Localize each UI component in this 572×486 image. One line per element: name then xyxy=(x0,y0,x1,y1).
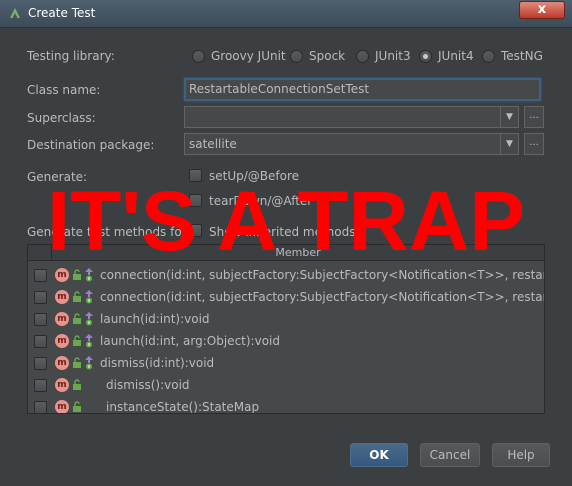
setup-checkbox[interactable] xyxy=(189,169,202,182)
method-icon: m xyxy=(55,312,69,326)
table-header: Member xyxy=(28,245,544,261)
radio-indicator xyxy=(482,50,495,63)
table-row[interactable]: m launch(id:int, arg:Object):void xyxy=(28,330,544,352)
teardown-checkbox[interactable] xyxy=(189,194,202,207)
radio-label: Spock xyxy=(309,49,346,63)
members-table: Member m connection(id:int, subjectFactor… xyxy=(27,244,545,414)
row-member-text: connection(id:int, subjectFactory:Subjec… xyxy=(100,268,544,282)
method-icon: m xyxy=(55,268,69,282)
row-member-text: dismiss():void xyxy=(106,378,190,392)
method-icon: m xyxy=(55,356,69,370)
ok-button[interactable]: OK xyxy=(350,443,408,467)
table-row[interactable]: m instanceState():StateMap xyxy=(28,396,544,414)
superclass-label: Superclass: xyxy=(27,111,96,125)
radio-label: TestNG xyxy=(501,49,543,63)
override-arrow-icon xyxy=(85,268,93,282)
row-checkbox[interactable] xyxy=(34,357,47,370)
cancel-button[interactable]: Cancel xyxy=(420,443,480,467)
row-checkbox[interactable] xyxy=(34,379,47,392)
teardown-label: tearDown/@After xyxy=(209,194,313,208)
row-checkbox[interactable] xyxy=(34,335,47,348)
lock-icon xyxy=(73,357,81,368)
superclass-browse-button[interactable]: ... xyxy=(524,106,544,128)
destination-package-label: Destination package: xyxy=(27,138,155,152)
override-arrow-icon xyxy=(85,290,93,304)
row-checkbox[interactable] xyxy=(34,313,47,326)
radio-indicator xyxy=(356,50,369,63)
lock-icon xyxy=(73,379,81,390)
destination-package-value: satellite xyxy=(189,137,237,151)
class-name-input[interactable]: RestartableConnectionSetTest xyxy=(184,78,541,101)
chevron-down-icon[interactable]: ▼ xyxy=(500,107,518,127)
radio-label: JUnit3 xyxy=(375,49,411,63)
testing-library-label: Testing library: xyxy=(27,49,115,63)
method-icon: m xyxy=(55,400,69,413)
window-title: Create Test xyxy=(28,6,96,20)
table-row[interactable]: m connection(id:int, subjectFactory:Subje… xyxy=(28,286,544,308)
method-icon: m xyxy=(55,334,69,348)
close-button[interactable]: x xyxy=(519,1,565,19)
method-icon: m xyxy=(55,290,69,304)
lock-icon xyxy=(73,401,81,412)
table-row[interactable]: m dismiss():void xyxy=(28,374,544,396)
row-member-text: launch(id:int):void xyxy=(100,312,210,326)
override-arrow-icon xyxy=(85,334,93,348)
lock-icon xyxy=(73,291,81,302)
header-checkbox-column[interactable] xyxy=(28,245,52,261)
generate-label: Generate: xyxy=(27,170,88,184)
android-studio-icon xyxy=(10,8,20,18)
member-column-header[interactable]: Member xyxy=(52,246,544,259)
override-arrow-icon xyxy=(85,356,93,370)
class-name-label: Class name: xyxy=(27,83,101,97)
setup-label: setUp/@Before xyxy=(209,169,300,183)
superclass-combo[interactable]: ▼ xyxy=(184,106,519,128)
table-row[interactable]: m dismiss(id:int):void xyxy=(28,352,544,374)
lock-icon xyxy=(73,313,81,324)
destination-browse-button[interactable]: ... xyxy=(524,133,544,155)
method-icon: m xyxy=(55,378,69,392)
title-bar: Create Test x xyxy=(0,0,572,28)
row-checkbox[interactable] xyxy=(34,291,47,304)
radio-indicator xyxy=(290,50,303,63)
radio-label: Groovy JUnit xyxy=(211,49,286,63)
lock-icon xyxy=(73,335,81,346)
radio-indicator xyxy=(192,50,205,63)
override-arrow-icon xyxy=(85,312,93,326)
lock-icon xyxy=(73,269,81,280)
generate-methods-label: Generate test methods for: xyxy=(27,225,191,239)
show-inherited-checkbox[interactable] xyxy=(189,224,202,237)
show-inherited-label: Show inherited methods xyxy=(209,225,356,239)
destination-package-combo[interactable]: satellite ▼ xyxy=(184,133,519,155)
table-row[interactable]: m connection(id:int, subjectFactory:Subje… xyxy=(28,264,544,286)
row-checkbox[interactable] xyxy=(34,269,47,282)
chevron-down-icon[interactable]: ▼ xyxy=(500,134,518,154)
radio-label: JUnit4 xyxy=(438,49,474,63)
row-checkbox[interactable] xyxy=(34,401,47,413)
row-member-text: launch(id:int, arg:Object):void xyxy=(100,334,280,348)
table-row[interactable]: m launch(id:int):void xyxy=(28,308,544,330)
row-member-text: connection(id:int, subjectFactory:Subjec… xyxy=(100,290,544,304)
radio-indicator xyxy=(419,50,432,63)
row-member-text: instanceState():StateMap xyxy=(106,400,260,414)
help-button[interactable]: Help xyxy=(492,443,550,467)
row-member-text: dismiss(id:int):void xyxy=(100,356,215,370)
